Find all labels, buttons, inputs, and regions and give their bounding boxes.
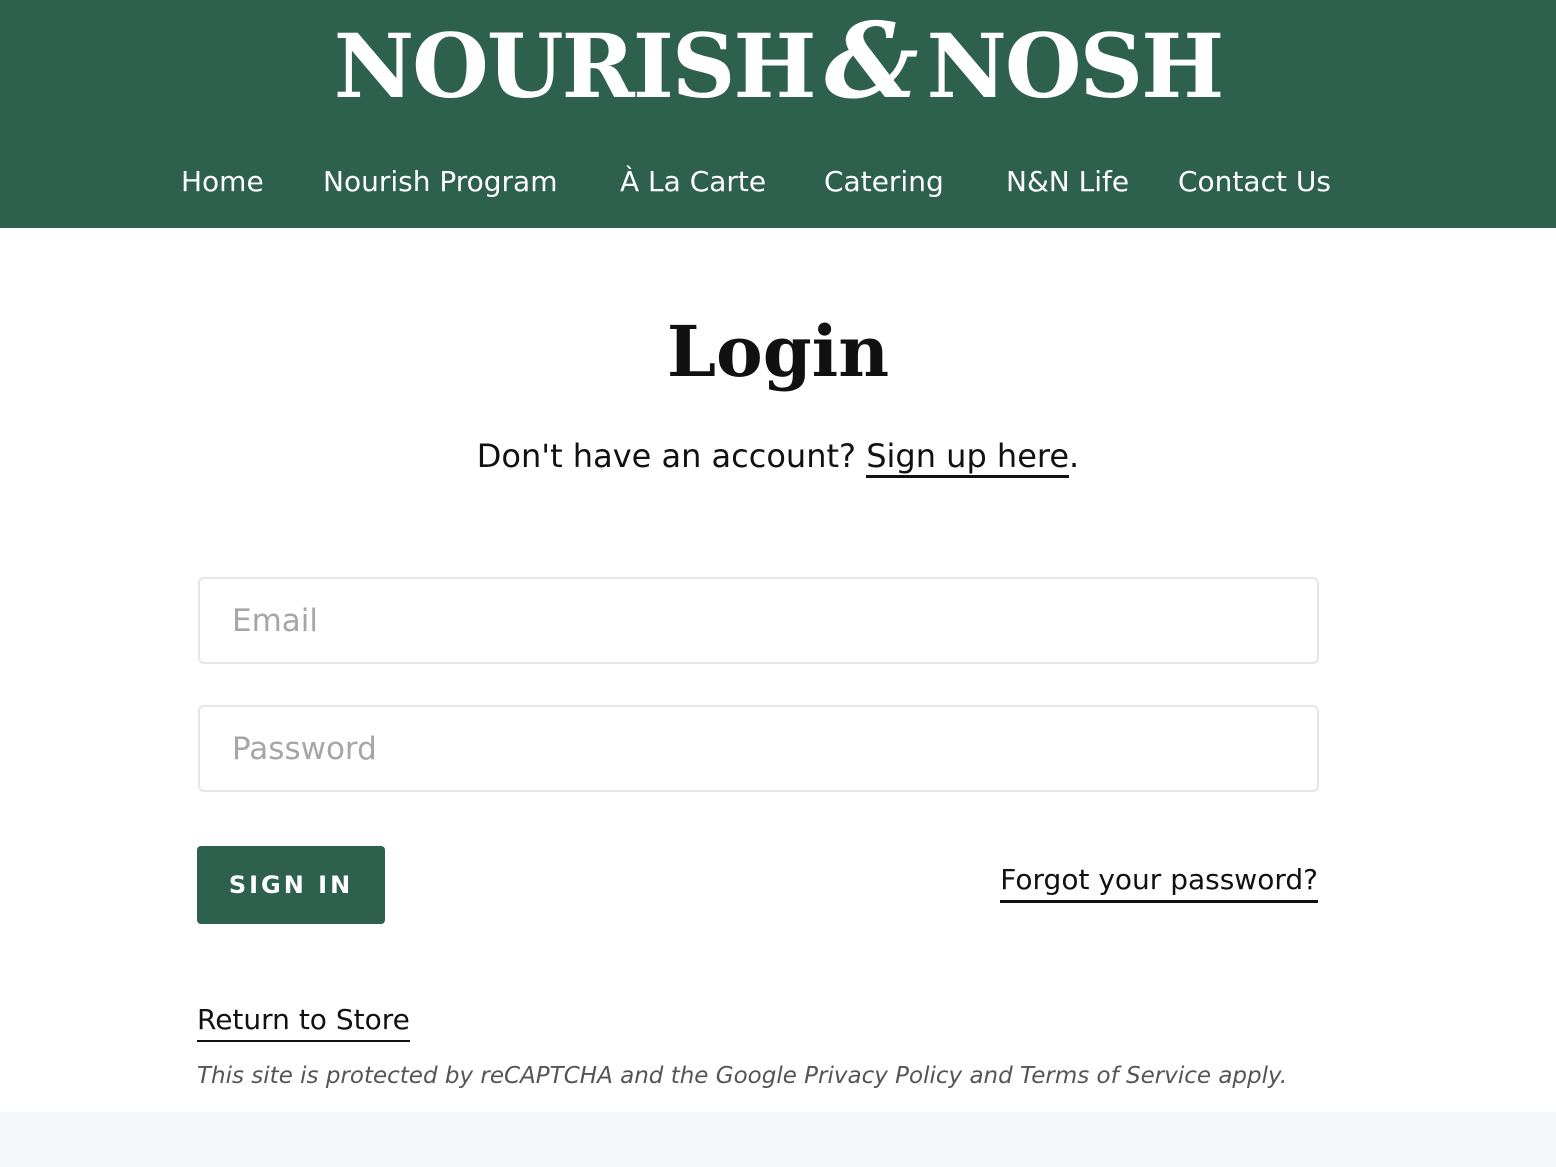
nav-nn-life[interactable]: N&N Life: [1006, 159, 1129, 205]
logo-ampersand: &: [824, 0, 919, 122]
nav-contact-us[interactable]: Contact Us: [1178, 159, 1331, 205]
return-to-store-link[interactable]: Return to Store: [197, 1000, 410, 1042]
nav-home[interactable]: Home: [181, 159, 264, 205]
nav-a-la-carte[interactable]: À La Carte: [620, 159, 766, 205]
signup-prompt-text: Don't have an account?: [476, 437, 867, 475]
sign-in-button[interactable]: SIGN IN: [197, 846, 385, 924]
logo-text-nourish: NOURISH: [333, 14, 817, 118]
recaptcha-notice: This site is protected by reCAPTCHA and …: [197, 1063, 1288, 1089]
signup-prompt-suffix: .: [1069, 437, 1080, 475]
site-header: NOURISH& NOSH Home Nourish Program À La C…: [0, 0, 1556, 228]
logo-text-nosh: NOSH: [926, 14, 1224, 118]
footer-band: [0, 1112, 1556, 1167]
nav-catering[interactable]: Catering: [824, 159, 944, 205]
page-title: Login: [666, 310, 890, 393]
signup-link[interactable]: Sign up here: [866, 437, 1070, 478]
forgot-password-link[interactable]: Forgot your password?: [1000, 860, 1318, 903]
nav-nourish-program[interactable]: Nourish Program: [323, 159, 558, 205]
email-field[interactable]: [198, 577, 1319, 664]
site-logo[interactable]: NOURISH& NOSH: [0, 6, 1556, 121]
signup-prompt: Don't have an account? Sign up here.: [0, 432, 1556, 480]
password-field[interactable]: [198, 705, 1319, 792]
